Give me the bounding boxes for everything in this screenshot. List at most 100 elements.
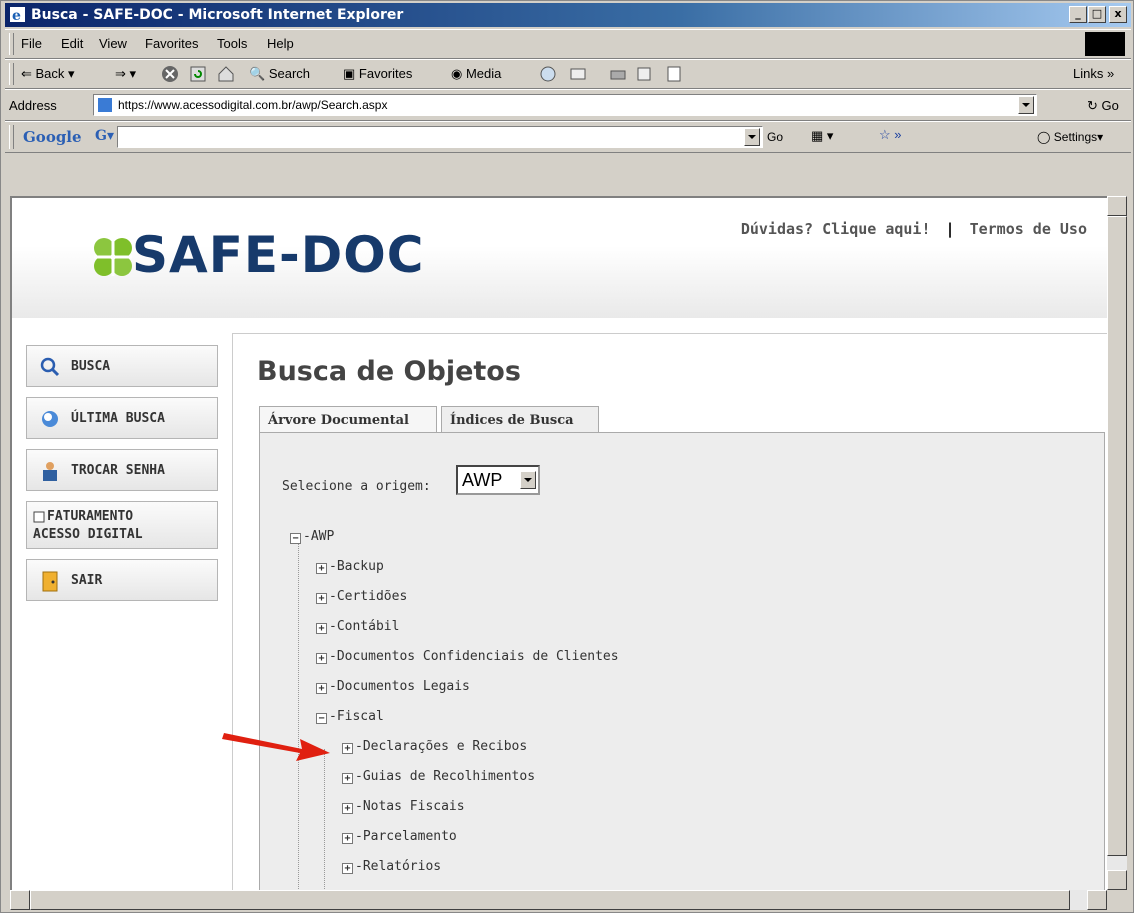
sidebar-item-label: ÚLTIMA BUSCA (71, 411, 165, 426)
links-label: Links (1073, 66, 1104, 81)
site-logo[interactable]: SAFE-DOC (132, 226, 424, 284)
close-button[interactable]: x (1109, 6, 1127, 23)
tree-node[interactable]: + -Certidões (316, 589, 407, 604)
hscroll-thumb[interactable] (30, 890, 1070, 910)
sidebar-item-faturamento[interactable]: FATURAMENTO ACESSO DIGITAL (26, 501, 218, 549)
tree-node-awp[interactable]: − -AWP (290, 529, 334, 544)
scroll-down-button[interactable] (1107, 870, 1127, 890)
document-icon (33, 511, 45, 523)
tree-node-label: Backup (336, 559, 384, 574)
expand-toggle[interactable]: + (316, 683, 327, 694)
edit-icon[interactable] (635, 65, 653, 83)
origin-select[interactable]: AWP (456, 465, 540, 495)
toolbar-grip[interactable] (9, 125, 14, 149)
print-icon[interactable] (609, 65, 627, 83)
menu-file[interactable]: File (21, 36, 42, 51)
tree-node-label: Documentos Confidenciais de Clientes (336, 649, 619, 664)
settings-button[interactable]: ◯ Settings▾ (1037, 130, 1103, 144)
expand-toggle[interactable]: + (316, 623, 327, 634)
collapse-toggle[interactable]: − (290, 533, 301, 544)
horizontal-scrollbar[interactable] (10, 890, 1107, 910)
go-button[interactable]: ↻ Go (1087, 98, 1119, 114)
expand-toggle[interactable]: + (342, 833, 353, 844)
star-icon[interactable]: ☆ » (879, 127, 902, 143)
terms-link[interactable]: Termos de Uso (970, 220, 1087, 238)
history-icon[interactable] (539, 65, 557, 83)
expand-toggle[interactable]: + (342, 863, 353, 874)
menu-help[interactable]: Help (267, 36, 294, 51)
scroll-thumb[interactable] (1107, 216, 1127, 856)
tree-node[interactable]: + -Contábil (316, 619, 399, 634)
sidebar-item-ultima-busca[interactable]: ÚLTIMA BUSCA (26, 397, 218, 439)
tree-node[interactable]: + -Documentos Legais (316, 679, 470, 694)
discuss-icon[interactable] (665, 65, 683, 83)
sidebar-item-label: FATURAMENTO (47, 509, 134, 524)
stop-icon[interactable] (161, 65, 179, 83)
page-viewport: SAFE-DOC Dúvidas? Clique aqui! | Termos … (10, 196, 1107, 890)
tree-node[interactable]: + -Documentos Confidenciais de Clientes (316, 649, 619, 664)
tab-arvore-documental[interactable]: Árvore Documental (259, 406, 437, 433)
origin-dropdown[interactable] (520, 471, 536, 489)
google-search-input[interactable] (117, 126, 763, 148)
home-icon[interactable] (217, 65, 235, 83)
minimize-button[interactable]: _ (1069, 6, 1087, 23)
media-button[interactable]: ◉ Media (451, 66, 501, 82)
scroll-up-button[interactable] (1107, 196, 1127, 216)
tree-node-label: Documentos Legais (336, 679, 470, 694)
user-icon (43, 462, 57, 481)
links-button[interactable]: Links » (1073, 66, 1114, 81)
google-menu-button[interactable]: G▾ (95, 128, 114, 144)
sidebar-item-label: TROCAR SENHA (71, 463, 165, 478)
red-arrow-annotation (222, 733, 330, 761)
help-link[interactable]: Dúvidas? Clique aqui! (741, 220, 931, 238)
sidebar-item-busca[interactable]: BUSCA (26, 345, 218, 387)
link-separator: | (945, 220, 955, 238)
tree-node-label: Parcelamento (362, 829, 457, 844)
refresh-search-icon (42, 411, 58, 427)
menu-edit[interactable]: Edit (61, 36, 83, 51)
back-button[interactable]: ⇐ Back ▾ (21, 66, 75, 82)
tree-node[interactable]: + -Guias de Recolhimentos (342, 769, 535, 784)
tree-node[interactable]: + -Relatórios (342, 859, 441, 874)
refresh-icon[interactable] (189, 65, 207, 83)
toolbar-grip[interactable] (9, 33, 14, 55)
origin-label: Selecione a origem: (282, 479, 431, 494)
vertical-scrollbar[interactable] (1107, 196, 1127, 890)
scroll-left-button[interactable] (10, 890, 30, 910)
back-label: Back (35, 66, 65, 81)
menu-tools[interactable]: Tools (217, 36, 247, 51)
tree-node-label: Guias de Recolhimentos (362, 769, 536, 784)
google-go-button[interactable]: Go (767, 130, 783, 144)
tree-node-fiscal[interactable]: − -Fiscal (316, 709, 384, 724)
address-input[interactable]: https://www.acessodigital.com.br/awp/Sea… (93, 94, 1037, 116)
expand-toggle[interactable]: + (316, 593, 327, 604)
maximize-button[interactable]: □ (1088, 6, 1106, 23)
sidebar-item-sair[interactable]: SAIR (26, 559, 218, 601)
toolbar-grip[interactable] (9, 63, 14, 85)
expand-toggle[interactable]: + (342, 773, 353, 784)
forward-button[interactable]: ⇒ ▾ (115, 66, 136, 82)
google-search-dropdown[interactable] (744, 128, 760, 146)
expand-toggle[interactable]: + (342, 803, 353, 814)
menu-view[interactable]: View (99, 36, 127, 51)
scroll-right-button[interactable] (1087, 890, 1107, 910)
address-label: Address (9, 98, 57, 113)
pagerank-icon[interactable]: ▦ ▾ (811, 128, 833, 144)
expand-toggle[interactable]: + (316, 653, 327, 664)
mail-icon[interactable] (569, 65, 587, 83)
tab-indices-de-busca[interactable]: Índices de Busca (441, 406, 599, 432)
favorites-button[interactable]: ▣ Favorites (343, 66, 412, 82)
menu-favorites[interactable]: Favorites (145, 36, 198, 51)
svg-text:e: e (12, 8, 21, 23)
expand-toggle[interactable]: + (316, 563, 327, 574)
search-button[interactable]: 🔍 Search (249, 66, 310, 82)
title-bar[interactable]: e Busca - SAFE-DOC - Microsoft Internet … (5, 3, 1131, 27)
tree-node[interactable]: + -Notas Fiscais (342, 799, 465, 814)
tree-node[interactable]: + -Parcelamento (342, 829, 457, 844)
expand-toggle[interactable]: + (342, 743, 353, 754)
tree-node[interactable]: + -Declarações e Recibos (342, 739, 527, 754)
address-dropdown[interactable] (1018, 96, 1034, 114)
tree-node[interactable]: + -Backup (316, 559, 384, 574)
sidebar-item-trocar-senha[interactable]: TROCAR SENHA (26, 449, 218, 491)
media-label: Media (465, 66, 502, 81)
